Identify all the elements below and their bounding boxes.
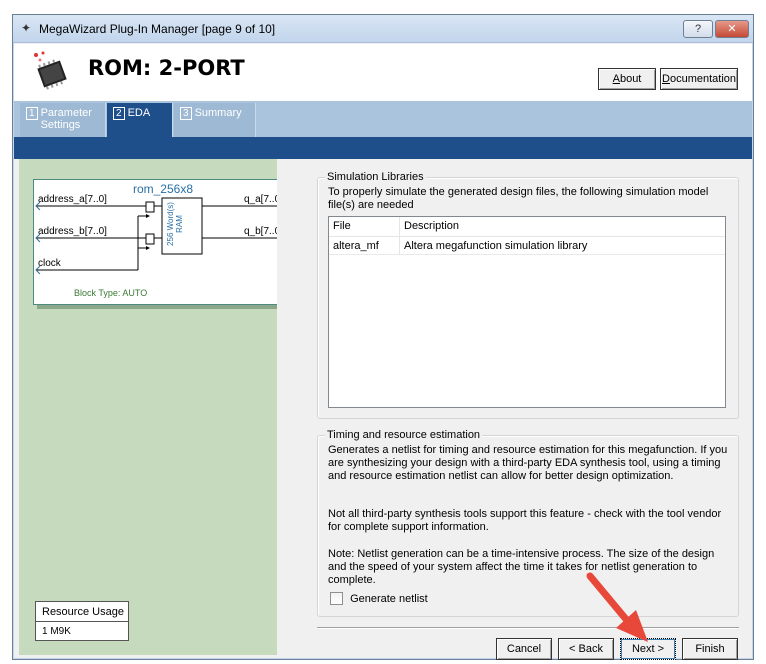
symbol-pane: rom_256x8 address_a[7..0] address_b[7..0… [19,159,293,655]
close-button[interactable]: ✕ [715,20,749,38]
timing-paragraph-3: Note: Netlist generation can be a time-i… [328,548,715,586]
button-divider [317,627,739,629]
help-button[interactable]: ? [683,20,713,38]
wand-icon: ✦ [21,21,32,35]
timing-group-label: Timing and resource estimation [325,429,483,441]
tab-number: 3 [180,107,192,120]
block-symbol: rom_256x8 address_a[7..0] address_b[7..0… [33,179,293,305]
tab-summary[interactable]: 3 Summary [174,103,256,137]
tab-number: 2 [113,107,125,120]
tab-number: 1 [26,107,38,120]
timing-estimation-group: Timing and resource estimation Generates… [317,429,739,617]
wizard-header: ROM: 2-PORT About Documentation [14,44,752,101]
finish-button[interactable]: Finish [682,638,738,660]
next-button[interactable]: Next > [620,638,676,660]
about-button[interactable]: About [598,68,656,90]
column-header-description[interactable]: Description [404,217,459,236]
settings-pane: Simulation Libraries To properly simulat… [277,159,751,660]
tab-content-bar [14,137,752,159]
title-bar: ✦ MegaWizard Plug-In Manager [page 9 of … [13,15,753,43]
core-label: 256 Word(s) RAM [166,202,184,246]
tab-label: EDA [127,107,151,119]
page-title: ROM: 2-PORT [88,56,245,80]
row-description: Altera megafunction simulation library [404,240,588,252]
pin-clock: clock [38,258,61,269]
pin-address-b: address_b[7..0] [38,226,107,237]
simulation-file-list[interactable]: File Description altera_mf Altera megafu… [328,216,726,408]
simulation-libraries-group: Simulation Libraries To properly simulat… [317,171,739,419]
wizard-window: ✦ MegaWizard Plug-In Manager [page 9 of … [12,14,754,660]
chip-icon [34,51,67,90]
tab-eda[interactable]: 2 EDA [107,103,173,137]
back-button[interactable]: < Back [558,638,614,660]
pin-address-a: address_a[7..0] [38,194,107,205]
generate-netlist-checkbox[interactable] [330,592,343,605]
timing-paragraph-1: Generates a netlist for timing and resou… [328,444,728,482]
window-title: MegaWizard Plug-In Manager [page 9 of 10… [39,22,276,36]
cancel-button[interactable]: Cancel [496,638,552,660]
simulation-description: To properly simulate the generated desig… [328,186,709,211]
documentation-button[interactable]: Documentation [660,68,738,90]
tab-strip: 1 Parameter Settings 2 EDA 3 Summary [14,101,752,137]
tab-parameter-settings[interactable]: 1 Parameter Settings [20,103,106,137]
row-file: altera_mf [333,240,379,252]
list-header: File Description [329,217,725,237]
block-type: Block Type: AUTO [74,288,148,298]
resource-usage-header: Resource Usage [36,602,128,622]
generate-netlist-label[interactable]: Generate netlist [350,593,428,605]
resource-usage-box: Resource Usage 1 M9K [35,601,129,641]
generate-netlist-option[interactable]: Generate netlist [330,592,428,605]
simulation-group-label: Simulation Libraries [325,171,426,183]
list-item[interactable]: altera_mf Altera megafunction simulation… [329,237,725,255]
column-header-file[interactable]: File [333,217,351,236]
tab-label: Summary [194,107,242,119]
timing-paragraph-2: Not all third-party synthesis tools supp… [328,508,722,533]
resource-usage-value: 1 M9K [42,626,71,637]
tab-label: Parameter Settings [40,107,92,131]
